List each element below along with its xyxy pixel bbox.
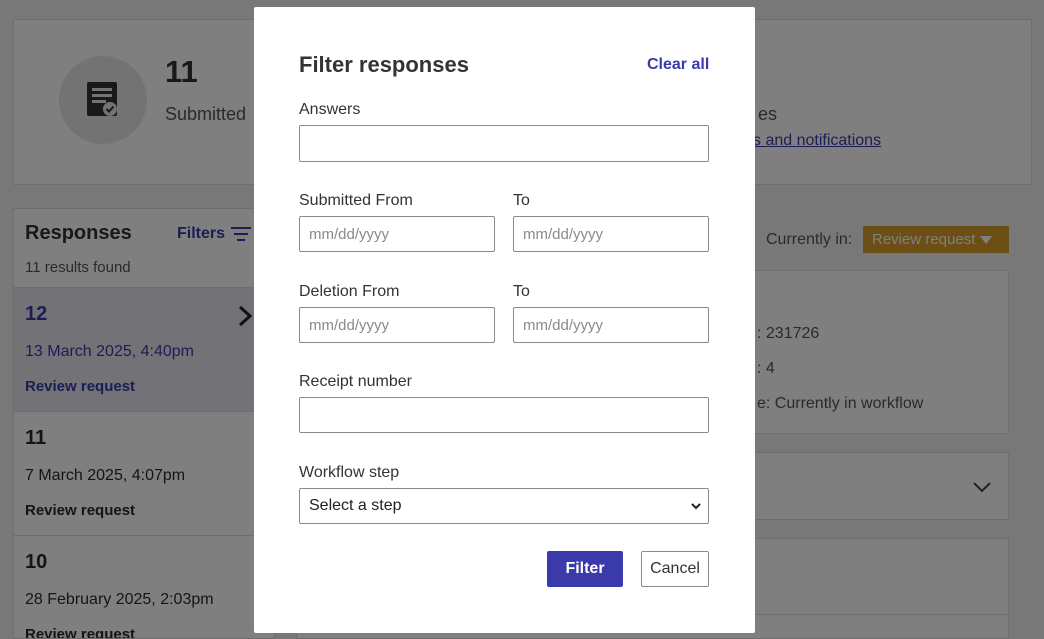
answers-label: Answers [299, 101, 361, 118]
deletion-from-input[interactable] [299, 307, 495, 343]
workflow-step-selected: Select a step [309, 497, 402, 514]
filter-button[interactable]: Filter [547, 551, 623, 587]
answers-input[interactable] [299, 125, 709, 162]
clear-all-button[interactable]: Clear all [647, 56, 709, 74]
submitted-from-input[interactable] [299, 216, 495, 252]
modal-title: Filter responses [299, 52, 469, 77]
cancel-button[interactable]: Cancel [641, 551, 709, 587]
receipt-number-label: Receipt number [299, 373, 412, 390]
submitted-from-label: Submitted From [299, 192, 413, 209]
workflow-step-select[interactable]: Select a step [299, 488, 709, 524]
submitted-to-label: To [513, 192, 530, 209]
deletion-from-label: Deletion From [299, 283, 400, 300]
receipt-number-input[interactable] [299, 397, 709, 433]
deletion-to-label: To [513, 283, 530, 300]
submitted-to-input[interactable] [513, 216, 709, 252]
deletion-to-input[interactable] [513, 307, 709, 343]
filter-modal: Filter responses Clear all Answers Submi… [254, 7, 755, 633]
workflow-step-label: Workflow step [299, 464, 400, 481]
chevron-down-icon [691, 503, 701, 510]
